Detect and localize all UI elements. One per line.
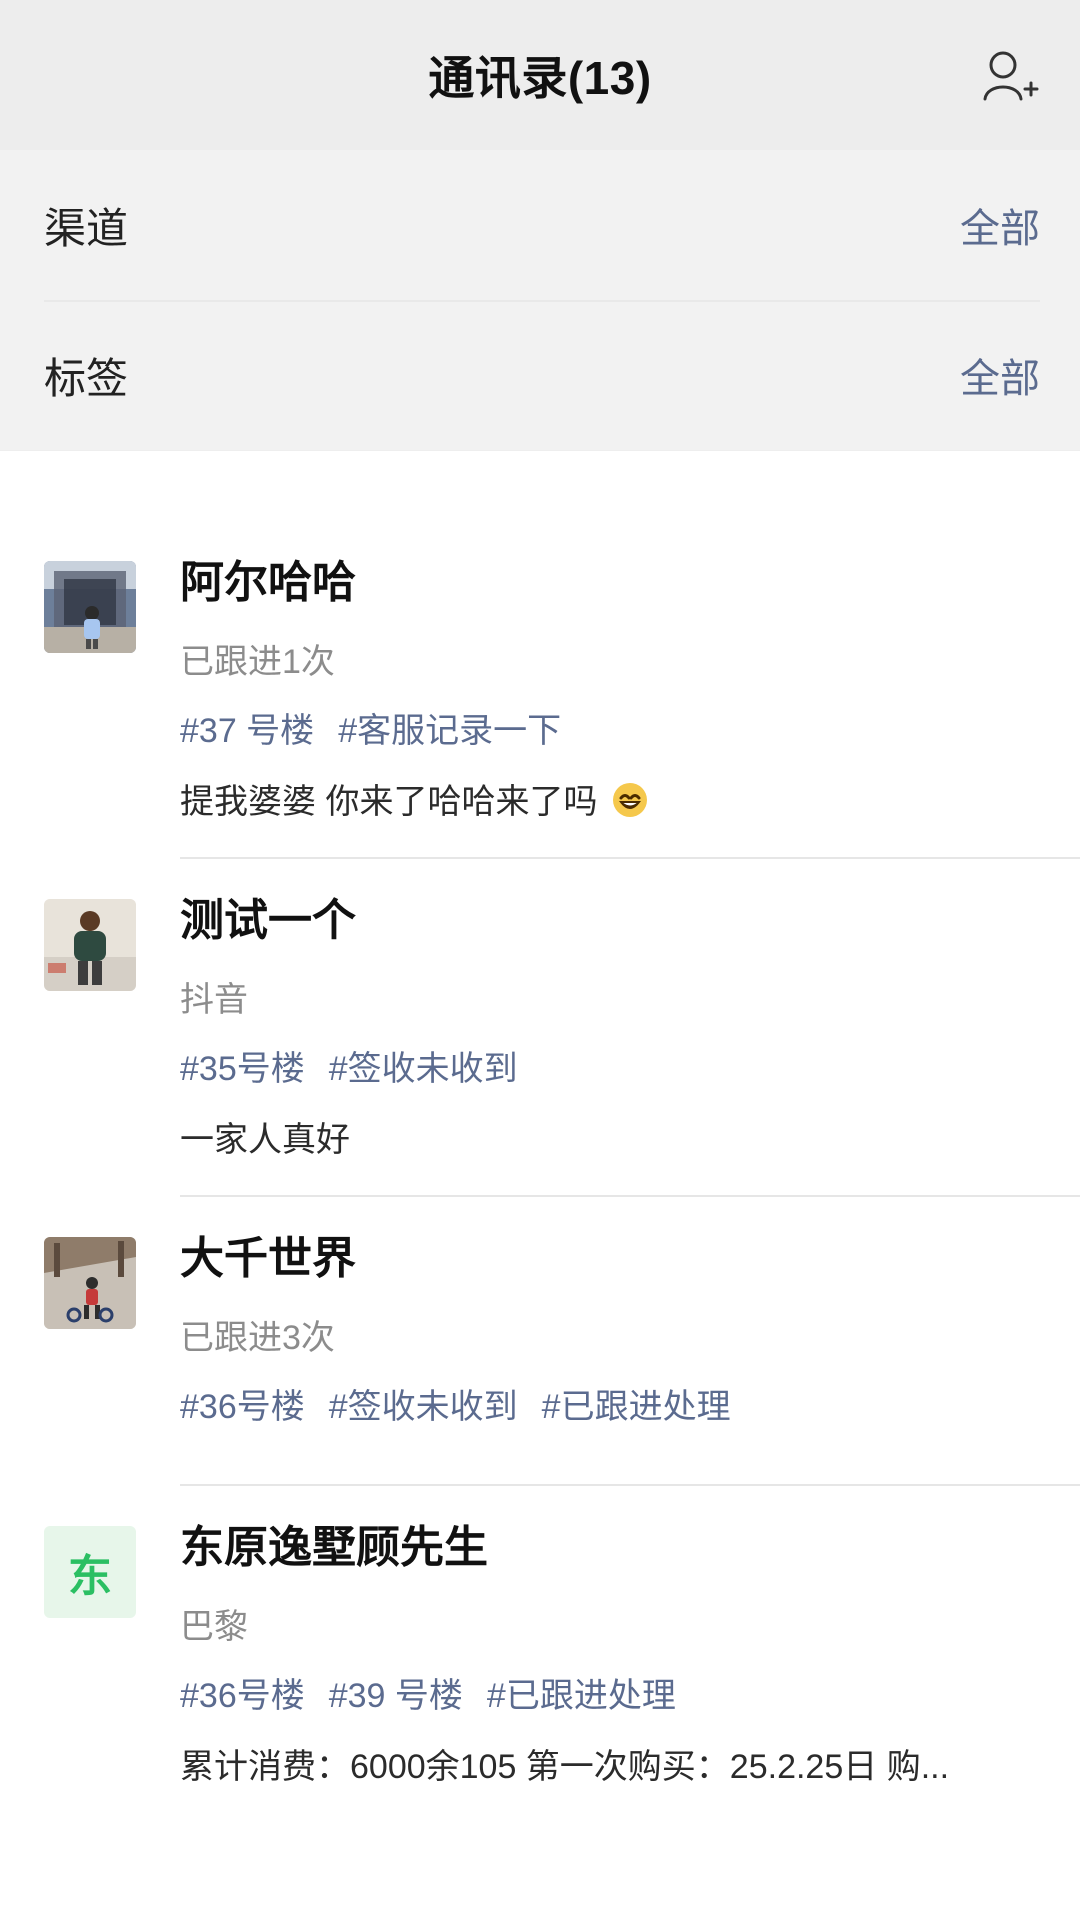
- contact-meta: 已跟进3次: [180, 1319, 335, 1357]
- grinning-face-emoji: [611, 781, 649, 819]
- avatar[interactable]: [44, 899, 136, 991]
- tag[interactable]: #36号楼: [180, 1379, 305, 1428]
- tag-list: #36号楼 #签收未收到 #已跟进处理: [180, 1379, 1040, 1428]
- tag[interactable]: #已跟进处理: [542, 1379, 731, 1428]
- tag[interactable]: #35号楼: [180, 1041, 305, 1090]
- contact-item[interactable]: 大千世界 已跟进3次 #36号楼 #签收未收到 #已跟进处理: [44, 1195, 1080, 1484]
- tag[interactable]: #签收未收到: [329, 1041, 518, 1090]
- top-bar: 通讯录(13): [0, 0, 1080, 150]
- avatar-letter[interactable]: 东: [44, 1526, 136, 1618]
- tag[interactable]: #37 号楼: [180, 703, 314, 752]
- avatar[interactable]: [44, 561, 136, 653]
- avatar[interactable]: [44, 1237, 136, 1329]
- contact-meta: 抖音: [180, 981, 248, 1019]
- contact-name: 测试一个: [180, 896, 356, 945]
- contact-note-text: 提我婆婆 你来了哈哈来了吗: [180, 783, 598, 821]
- tag[interactable]: #已跟进处理: [487, 1668, 676, 1717]
- add-contact-button[interactable]: [972, 38, 1044, 110]
- contacts-page: 通讯录(13) 渠道 全部 标签 全部 阿尔哈哈 已跟进1次 #37 号楼 #客…: [0, 0, 1080, 1920]
- avatar-wrap: [44, 1197, 136, 1484]
- tag[interactable]: #客服记录一下: [338, 703, 561, 752]
- filter-tag-value[interactable]: 全部: [960, 346, 1040, 404]
- filter-channel-row[interactable]: 渠道 全部: [0, 150, 1080, 300]
- filter-channel-label: 渠道: [44, 204, 129, 252]
- contact-name: 东原逸墅顾先生: [180, 1523, 488, 1572]
- contact-note: 累计消费：6000余105 第一次购买：25.2.25日 购...: [180, 1748, 950, 1786]
- contact-info: 东原逸墅顾先生 巴黎 #36号楼 #39 号楼 #已跟进处理 累计消费：6000…: [180, 1486, 1040, 1822]
- contact-item[interactable]: 测试一个 抖音 #35号楼 #签收未收到 一家人真好: [44, 857, 1080, 1195]
- contact-meta: 巴黎: [180, 1608, 248, 1646]
- filter-channel-value[interactable]: 全部: [960, 196, 1040, 254]
- filter-tag-label: 标签: [44, 354, 129, 402]
- contact-item[interactable]: 东 东原逸墅顾先生 巴黎 #36号楼 #39 号楼 #已跟进处理 累计消费：60…: [44, 1484, 1080, 1822]
- add-user-icon: [983, 51, 1039, 101]
- contact-name: 大千世界: [180, 1234, 356, 1283]
- avatar-wrap: 东: [44, 1486, 136, 1822]
- contact-list: 阿尔哈哈 已跟进1次 #37 号楼 #客服记录一下 提我婆婆 你来了哈哈来了吗: [0, 521, 1080, 1822]
- avatar-wrap: [44, 859, 136, 1195]
- contact-item[interactable]: 阿尔哈哈 已跟进1次 #37 号楼 #客服记录一下 提我婆婆 你来了哈哈来了吗: [0, 521, 1080, 857]
- section-spacer: [0, 451, 1080, 521]
- contact-info: 测试一个 抖音 #35号楼 #签收未收到 一家人真好: [180, 859, 1040, 1195]
- filter-tag-row[interactable]: 标签 全部: [0, 300, 1080, 450]
- contact-info: 阿尔哈哈 已跟进1次 #37 号楼 #客服记录一下 提我婆婆 你来了哈哈来了吗: [180, 521, 1040, 857]
- tag-list: #36号楼 #39 号楼 #已跟进处理: [180, 1668, 1040, 1717]
- tag[interactable]: #39 号楼: [329, 1668, 463, 1717]
- filter-panel: 渠道 全部 标签 全部: [0, 150, 1080, 451]
- tag[interactable]: #36号楼: [180, 1668, 305, 1717]
- contact-note: 一家人真好: [180, 1121, 350, 1159]
- contact-meta: 已跟进1次: [180, 643, 335, 681]
- contact-note: 提我婆婆 你来了哈哈来了吗: [180, 774, 1020, 823]
- contact-name: 阿尔哈哈: [180, 558, 356, 607]
- avatar-wrap: [44, 521, 136, 857]
- tag-list: #35号楼 #签收未收到: [180, 1041, 1040, 1090]
- contact-info: 大千世界 已跟进3次 #36号楼 #签收未收到 #已跟进处理: [180, 1197, 1040, 1484]
- tag-list: #37 号楼 #客服记录一下: [180, 703, 1040, 752]
- page-title: 通讯录(13): [428, 52, 652, 104]
- tag[interactable]: #签收未收到: [329, 1379, 518, 1428]
